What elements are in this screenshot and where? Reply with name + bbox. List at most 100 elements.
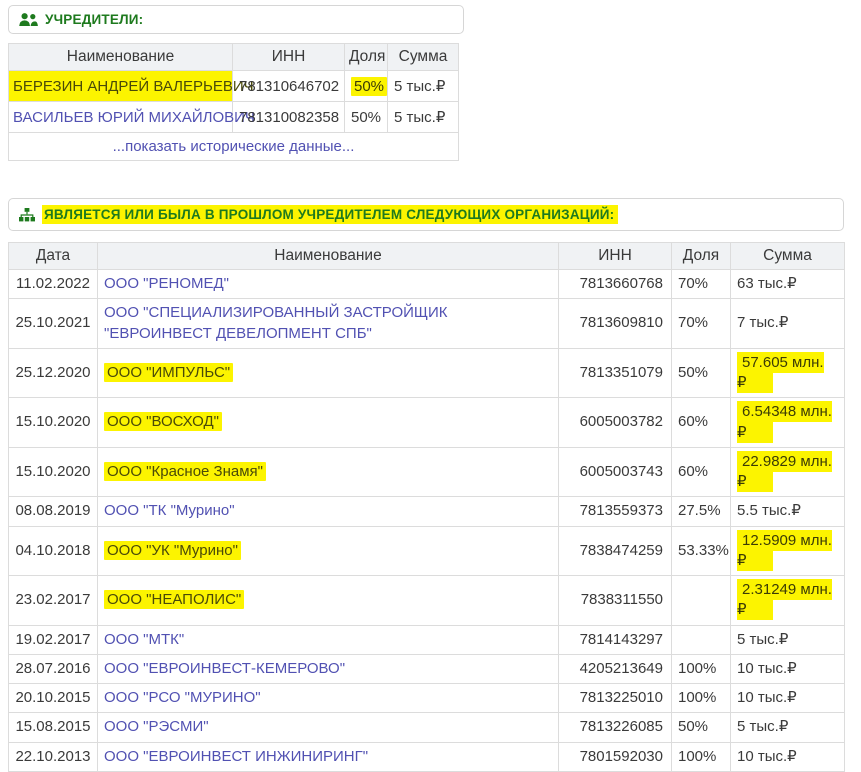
org-inn-cell: 4205213649 bbox=[559, 654, 672, 683]
org-date-cell: 08.08.2019 bbox=[9, 497, 98, 526]
users-icon bbox=[19, 13, 38, 27]
org-sum-cell: 5 тыс.₽ bbox=[731, 625, 845, 654]
founders-section-header: УЧРЕДИТЕЛИ: bbox=[8, 5, 464, 34]
sum-highlight: 22.9829 млн.₽ bbox=[737, 451, 832, 492]
org-date-cell: 15.08.2015 bbox=[9, 713, 98, 742]
org-inn-cell: 7813660768 bbox=[559, 270, 672, 299]
org-share-cell: 50% bbox=[672, 713, 731, 742]
org-name-cell: ООО "ЕВРОИНВЕСТ-КЕМЕРОВО" bbox=[98, 654, 559, 683]
founder-inn-cell: 781310646702 bbox=[233, 71, 345, 102]
founder-sum-cell: 5 тыс.₽ bbox=[388, 102, 459, 133]
founder-link[interactable]: ВАСИЛЬЕВ ЮРИЙ МИХАЙЛОВИЧ bbox=[13, 109, 255, 126]
org-link[interactable]: ООО "ИМПУЛЬС" bbox=[104, 363, 233, 382]
org-share-cell: 70% bbox=[672, 299, 731, 349]
org-share-cell: 100% bbox=[672, 654, 731, 683]
organization-rows: 11.02.2022 ООО "РЕНОМЕД" 781366076870%63 т… bbox=[9, 270, 845, 772]
org-name-cell: ООО "УК "Мурино" bbox=[98, 526, 559, 576]
col-header-inn: ИНН bbox=[559, 243, 672, 270]
org-name-cell: ООО "МТК" bbox=[98, 625, 559, 654]
org-name-cell: ООО "ЕВРОИНВЕСТ ИНЖИНИРИНГ" bbox=[98, 742, 559, 771]
hierarchy-icon bbox=[19, 208, 35, 222]
org-sum-cell: 5.5 тыс.₽ bbox=[731, 497, 845, 526]
history-row: ...показать исторические данные... bbox=[9, 133, 459, 161]
founders-rows: БЕРЕЗИН АНДРЕЙ ВАЛЕРЬЕВИЧ78131064670250%… bbox=[9, 71, 459, 133]
organization-row: 28.07.2016ООО "ЕВРОИНВЕСТ-КЕМЕРОВО"42052… bbox=[9, 654, 845, 683]
col-header-sum: Сумма bbox=[388, 44, 459, 71]
org-sum-cell: 63 тыс.₽ bbox=[731, 270, 845, 299]
org-date-cell: 22.10.2013 bbox=[9, 742, 98, 771]
organization-row: 19.02.2017ООО "МТК"78141432975 тыс.₽ bbox=[9, 625, 845, 654]
org-link[interactable]: ООО "СПЕЦИАЛИЗИРОВАННЫЙ ЗАСТРОЙЩИК "ЕВРО… bbox=[104, 304, 447, 341]
org-date-cell: 15.10.2020 bbox=[9, 398, 98, 448]
org-inn-cell: 6005003743 bbox=[559, 447, 672, 497]
org-date-cell: 04.10.2018 bbox=[9, 526, 98, 576]
org-link[interactable]: ООО "РЕНОМЕД" bbox=[104, 275, 229, 292]
org-share-cell: 60% bbox=[672, 447, 731, 497]
organizations-table-head: Дата Наименование ИНН Доля Сумма bbox=[9, 243, 845, 270]
org-link[interactable]: ООО "ЕВРОИНВЕСТ-КЕМЕРОВО" bbox=[104, 660, 345, 677]
founder-row: ВАСИЛЬЕВ ЮРИЙ МИХАЙЛОВИЧ78131008235850%5… bbox=[9, 102, 459, 133]
org-link[interactable]: ООО "НЕАПОЛИС" bbox=[104, 590, 244, 609]
org-date-cell: 11.02.2022 bbox=[9, 270, 98, 299]
org-inn-cell: 7813559373 bbox=[559, 497, 672, 526]
org-name-cell: ООО "РСО "МУРИНО" bbox=[98, 684, 559, 713]
organizations-section-header: ЯВЛЯЕТСЯ ИЛИ БЫЛА В ПРОШЛОМ УЧРЕДИТЕЛЕМ … bbox=[8, 198, 844, 231]
col-header-inn: ИНН bbox=[233, 44, 345, 71]
org-inn-cell: 6005003782 bbox=[559, 398, 672, 448]
org-sum-cell: 7 тыс.₽ bbox=[731, 299, 845, 349]
org-sum-cell: 57.605 млн.₽ bbox=[731, 348, 845, 398]
founder-link[interactable]: БЕРЕЗИН АНДРЕЙ ВАЛЕРЬЕВИЧ bbox=[13, 78, 254, 95]
org-link[interactable]: ООО "УК "Мурино" bbox=[104, 541, 241, 560]
org-share-cell: 50% bbox=[672, 348, 731, 398]
sum-highlight: 2.31249 млн.₽ bbox=[737, 579, 832, 620]
registry-page: УЧРЕДИТЕЛИ: Наименование ИНН Доля Сумма … bbox=[0, 0, 861, 772]
org-name-cell: ООО "СПЕЦИАЛИЗИРОВАННЫЙ ЗАСТРОЙЩИК "ЕВРО… bbox=[98, 299, 559, 349]
founder-name-cell: ВАСИЛЬЕВ ЮРИЙ МИХАЙЛОВИЧ bbox=[9, 102, 233, 133]
organization-row: 04.10.2018ООО "УК "Мурино"783847425953.3… bbox=[9, 526, 845, 576]
org-sum-cell: 12.5909 млн.₽ bbox=[731, 526, 845, 576]
org-inn-cell: 7813225010 bbox=[559, 684, 672, 713]
org-inn-cell: 7838474259 bbox=[559, 526, 672, 576]
share-highlight: 50% bbox=[351, 77, 387, 96]
founder-sum-cell: 5 тыс.₽ bbox=[388, 71, 459, 102]
col-header-date: Дата bbox=[9, 243, 98, 270]
founder-share-cell: 50% bbox=[345, 71, 388, 102]
org-sum-cell: 10 тыс.₽ bbox=[731, 742, 845, 771]
org-share-cell bbox=[672, 625, 731, 654]
org-link[interactable]: ООО "ТК "Мурино" bbox=[104, 502, 235, 519]
org-date-cell: 15.10.2020 bbox=[9, 447, 98, 497]
show-history-link[interactable]: ...показать исторические данные... bbox=[113, 138, 355, 155]
org-link[interactable]: ООО "Красное Знамя" bbox=[104, 462, 266, 481]
col-header-name: Наименование bbox=[9, 44, 233, 71]
org-name-cell: ООО "Красное Знамя" bbox=[98, 447, 559, 497]
organization-row: 08.08.2019ООО "ТК "Мурино"781355937327.5… bbox=[9, 497, 845, 526]
org-link[interactable]: ООО "ЕВРОИНВЕСТ ИНЖИНИРИНГ" bbox=[104, 748, 368, 765]
col-header-name: Наименование bbox=[98, 243, 559, 270]
org-sum-cell: 5 тыс.₽ bbox=[731, 713, 845, 742]
sum-highlight: 12.5909 млн.₽ bbox=[737, 530, 832, 571]
organization-row: 25.10.2021ООО "СПЕЦИАЛИЗИРОВАННЫЙ ЗАСТРО… bbox=[9, 299, 845, 349]
org-link[interactable]: ООО "РСО "МУРИНО" bbox=[104, 689, 261, 706]
organization-row: 22.10.2013ООО "ЕВРОИНВЕСТ ИНЖИНИРИНГ"780… bbox=[9, 742, 845, 771]
founder-name-cell: БЕРЕЗИН АНДРЕЙ ВАЛЕРЬЕВИЧ bbox=[9, 71, 233, 102]
org-share-cell: 60% bbox=[672, 398, 731, 448]
col-header-sum: Сумма bbox=[731, 243, 845, 270]
org-date-cell: 25.12.2020 bbox=[9, 348, 98, 398]
organization-row: 11.02.2022 ООО "РЕНОМЕД" 781366076870%63 т… bbox=[9, 270, 845, 299]
col-header-share: Доля bbox=[672, 243, 731, 270]
org-name-cell: ООО "РЭСМИ" bbox=[98, 713, 559, 742]
founder-share-cell: 50% bbox=[345, 102, 388, 133]
org-sum-cell: 10 тыс.₽ bbox=[731, 654, 845, 683]
organization-row: 25.12.2020ООО "ИМПУЛЬС"781335107950%57.6… bbox=[9, 348, 845, 398]
org-link[interactable]: ООО "РЭСМИ" bbox=[104, 718, 209, 735]
org-share-cell: 70% bbox=[672, 270, 731, 299]
founders-title: УЧРЕДИТЕЛИ: bbox=[45, 12, 143, 27]
org-name-cell: ООО "ИМПУЛЬС" bbox=[98, 348, 559, 398]
org-link[interactable]: ООО "ВОСХОД" bbox=[104, 412, 222, 431]
org-sum-cell: 6.54348 млн.₽ bbox=[731, 398, 845, 448]
org-inn-cell: 7813609810 bbox=[559, 299, 672, 349]
founders-table: Наименование ИНН Доля Сумма БЕРЕЗИН АНДР… bbox=[8, 43, 459, 161]
org-link[interactable]: ООО "МТК" bbox=[104, 631, 184, 648]
organization-row: 15.10.2020 ООО "ВОСХОД" 600500378260%6.543… bbox=[9, 398, 845, 448]
organization-row: 15.10.2020 ООО "Красное Знамя" 60050037436… bbox=[9, 447, 845, 497]
